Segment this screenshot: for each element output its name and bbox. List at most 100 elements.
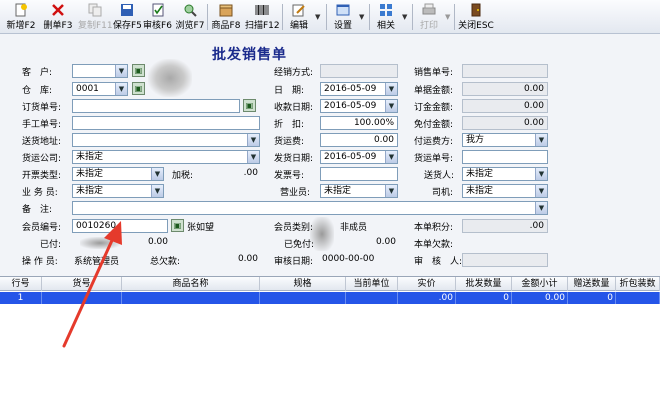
chevron-down-icon[interactable]: ▼ [151, 185, 163, 197]
edit-menu-button[interactable]: 编辑 [285, 1, 313, 33]
cell-code[interactable] [42, 292, 122, 304]
freight-company-select[interactable]: 未指定 ▼ [72, 150, 260, 164]
date-value: 2016-05-09 [324, 84, 377, 94]
chevron-down-icon[interactable]: ▼ [535, 134, 547, 146]
cell-pack[interactable] [616, 292, 660, 304]
toolbar-separator [282, 4, 283, 30]
free-amount-field[interactable]: 0.00 [462, 116, 548, 130]
chevron-down-icon[interactable]: ▼ [247, 134, 259, 146]
detail-grid[interactable]: 行号 货号 商品名称 规格 当前单位 实价 批发数量 金额小计 赠送数量 折包装… [0, 276, 660, 404]
warehouse-select[interactable]: 0001 ▼ [72, 82, 128, 96]
product-button[interactable]: 商品F8 [209, 1, 243, 33]
sale-no-field[interactable] [462, 64, 548, 78]
cell-name[interactable] [122, 292, 260, 304]
chevron-down-icon[interactable]: ▼ [385, 185, 397, 197]
manual-no-input[interactable] [72, 116, 260, 130]
order-no-input[interactable] [72, 99, 240, 113]
driver-select[interactable]: 未指定 ▼ [462, 184, 548, 198]
customer-select[interactable]: ▼ [72, 64, 128, 78]
chevron-down-icon[interactable]: ▼ [315, 13, 320, 21]
chevron-down-icon[interactable]: ▼ [385, 83, 397, 95]
chevron-down-icon[interactable]: ▼ [151, 168, 163, 180]
chevron-down-icon[interactable]: ▼ [115, 65, 127, 77]
toolbar: 新增F2 删单F3 复制F11 保存F5 审核F6 浏览F7 商品F8 扫描F1… [0, 0, 660, 34]
chevron-down-icon[interactable]: ▼ [115, 83, 127, 95]
order-form: 批发销售单 客 户: ▼ ▣ 仓 库: 0001 ▼ ▣ 订货单号: ▣ 手工单号… [0, 35, 660, 273]
column-header[interactable]: 实价 [398, 277, 456, 291]
chevron-down-icon[interactable]: ▼ [445, 13, 450, 21]
reviewer-field[interactable] [462, 253, 548, 267]
print-button[interactable]: 打印 [415, 1, 443, 33]
save-button[interactable]: 保存F5 [113, 1, 142, 33]
freight-payer-select[interactable]: 我方 ▼ [462, 133, 548, 147]
customer-picker-icon[interactable]: ▣ [132, 64, 145, 77]
remark-label: 备 注: [22, 205, 53, 215]
business-select[interactable]: 未指定 ▼ [320, 184, 398, 198]
warehouse-picker-icon[interactable]: ▣ [132, 82, 145, 95]
invoice-type-select[interactable]: 未指定 ▼ [72, 167, 164, 181]
date-select[interactable]: 2016-05-09 ▼ [320, 82, 398, 96]
deposit-field[interactable]: 0.00 [462, 99, 548, 113]
bill-amount-field[interactable]: 0.00 [462, 82, 548, 96]
business-value: 未指定 [324, 186, 352, 196]
related-menu-button[interactable]: 相关 [372, 1, 400, 33]
column-header[interactable]: 金额小计 [512, 277, 568, 291]
chevron-down-icon[interactable]: ▼ [535, 168, 547, 180]
freight-company-label: 货运公司: [22, 154, 62, 164]
dealer-mode-field[interactable] [320, 64, 398, 78]
points-field[interactable]: .00 [462, 219, 548, 233]
copy-button[interactable]: 复制F11 [78, 1, 113, 33]
column-header[interactable]: 商品名称 [122, 277, 260, 291]
chevron-down-icon[interactable]: ▼ [385, 100, 397, 112]
cell-line[interactable]: 1 [0, 292, 42, 304]
reviewer-label: 审 核 人: [414, 257, 463, 267]
ship-address-select[interactable]: ▼ [72, 133, 260, 147]
scan-button[interactable]: 扫描F12 [245, 1, 280, 33]
column-header[interactable]: 批发数量 [456, 277, 512, 291]
cell-subtotal[interactable]: 0.00 [512, 292, 568, 304]
chevron-down-icon[interactable]: ▼ [402, 13, 407, 21]
related-grid-icon [380, 4, 392, 16]
chevron-down-icon[interactable]: ▼ [359, 13, 364, 21]
delivery-select[interactable]: 未指定 ▼ [462, 167, 548, 181]
column-header[interactable]: 行号 [0, 277, 42, 291]
cell-price[interactable]: .00 [398, 292, 456, 304]
column-header[interactable]: 当前单位 [346, 277, 398, 291]
salesman-select[interactable]: 未指定 ▼ [72, 184, 164, 198]
chevron-down-icon[interactable]: ▼ [535, 185, 547, 197]
audit-label: 审核F6 [143, 21, 172, 31]
chevron-down-icon[interactable]: ▼ [247, 151, 259, 163]
collect-date-select[interactable]: 2016-05-09 ▼ [320, 99, 398, 113]
column-header[interactable]: 赠送数量 [568, 277, 616, 291]
delete-button[interactable]: 删单F3 [42, 1, 74, 33]
order-picker-icon[interactable]: ▣ [243, 99, 256, 112]
column-header[interactable]: 货号 [42, 277, 122, 291]
freight-input[interactable]: 0.00 [320, 133, 398, 147]
close-button[interactable]: 关闭ESC [457, 1, 495, 33]
ship-date-select[interactable]: 2016-05-09 ▼ [320, 150, 398, 164]
chevron-down-icon[interactable]: ▼ [385, 151, 397, 163]
collect-date-value: 2016-05-09 [324, 101, 377, 111]
settings-menu-button[interactable]: 设置 [329, 1, 357, 33]
freight-payer-value: 我方 [466, 135, 485, 145]
audit-button[interactable]: 审核F6 [143, 1, 172, 33]
paid-value: 0.00 [147, 237, 168, 247]
cell-gift[interactable]: 0 [568, 292, 616, 304]
barcode-icon [255, 5, 269, 15]
cell-qty[interactable]: 0 [456, 292, 512, 304]
remark-input[interactable]: ▼ [72, 201, 548, 215]
discount-input[interactable]: 100.00% [320, 116, 398, 130]
freight-no-input[interactable] [462, 150, 548, 164]
cell-unit[interactable] [346, 292, 398, 304]
column-header[interactable]: 规格 [260, 277, 346, 291]
member-no-input[interactable]: 0010260 [72, 219, 168, 233]
browse-button[interactable]: 浏览F7 [175, 1, 205, 33]
total-debt-label: 总欠款: [150, 257, 181, 267]
cell-spec[interactable] [260, 292, 346, 304]
new-button[interactable]: 新增F2 [2, 1, 40, 33]
column-header[interactable]: 折包装数 [616, 277, 660, 291]
invoice-no-input[interactable] [320, 167, 398, 181]
member-picker-icon[interactable]: ▣ [171, 219, 184, 232]
table-row[interactable]: 1 .00 0 0.00 0 [0, 292, 660, 304]
chevron-down-icon[interactable]: ▼ [535, 202, 547, 214]
